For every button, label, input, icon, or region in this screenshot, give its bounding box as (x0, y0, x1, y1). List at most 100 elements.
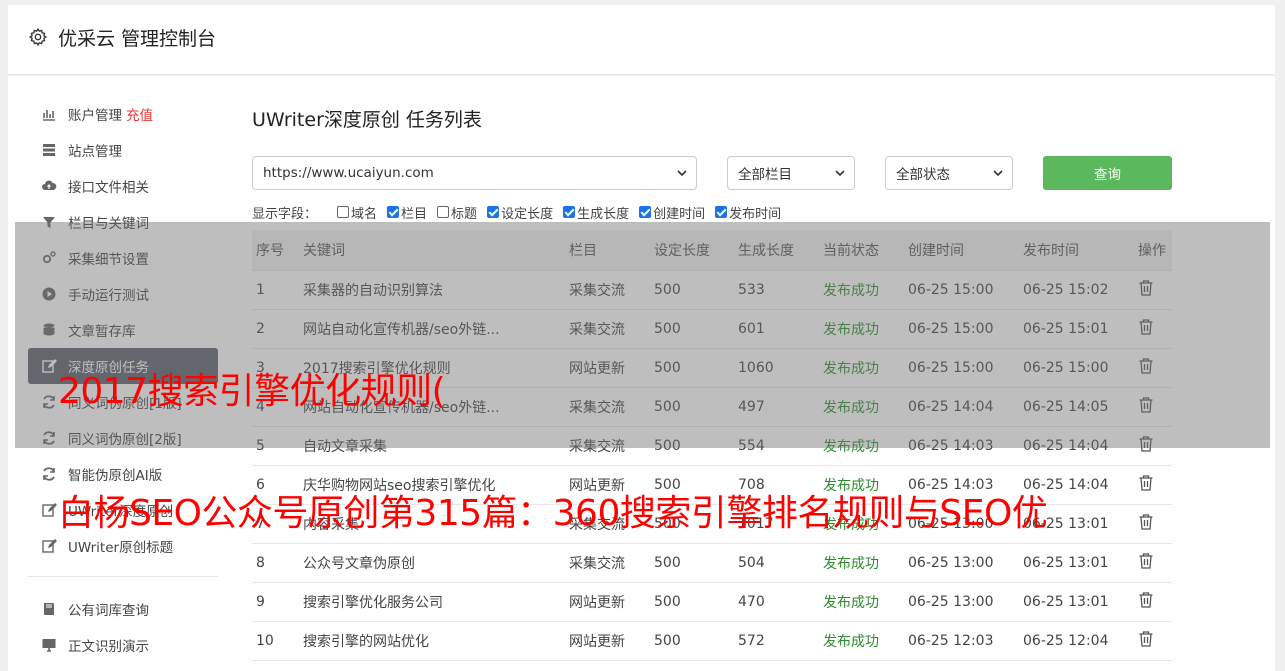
table-cell: 搜索引擎优化服务公司 (299, 582, 565, 622)
table-cell: 采集交流 (565, 270, 650, 310)
page-title: UWriter深度原创 任务列表 (252, 109, 482, 131)
table-cell: 6 (252, 465, 299, 505)
table-cell: 572 (734, 621, 819, 661)
checkbox-box[interactable] (487, 206, 500, 218)
sidebar-item-label: 文章暂存库 (68, 324, 136, 340)
table-cell: 采集交流 (565, 309, 650, 349)
trash-icon[interactable] (1138, 357, 1154, 375)
field-checkbox[interactable]: 标题 (437, 203, 477, 222)
sidebar-item[interactable]: 站点管理 (28, 132, 218, 168)
table-cell: 500 (650, 426, 734, 466)
sidebar-item-label: 账户管理 (68, 108, 122, 124)
table-cell: 500 (650, 504, 734, 544)
table-cell: 9 (252, 582, 299, 622)
field-checkbox[interactable]: 域名 (337, 203, 377, 222)
table-cell: 06-25 14:03 (904, 465, 1019, 505)
task-table: 序号 关键词 栏目 设定长度 生成长度 当前状态 创建时间 发布时间 操作 1 采集器的自动识别算… (252, 230, 1172, 661)
table-cell: 06-25 15:02 (1019, 270, 1134, 310)
table-cell-action (1134, 270, 1172, 310)
trash-icon[interactable] (1138, 591, 1154, 609)
table-cell: 06-25 13:01 (1019, 543, 1134, 583)
sidebar-item[interactable]: 公有词库查询 (28, 591, 218, 627)
field-checkbox-label: 栏目 (401, 206, 428, 222)
trash-icon[interactable] (1138, 552, 1154, 570)
table-cell: 3 (252, 348, 299, 388)
sidebar-item[interactable]: 采集细节设置 (28, 240, 218, 276)
table-cell: 采集交流 (565, 426, 650, 466)
sidebar-item-label: 深度原创任务 (68, 360, 149, 376)
sidebar-item-label: UWriter原创标题 (68, 540, 174, 556)
table-cell: 发布成功 (819, 504, 904, 544)
sidebar-item[interactable]: 同义词伪原创[1版] (28, 384, 218, 420)
table-cell: 发布成功 (819, 543, 904, 583)
table-cell-action (1134, 543, 1172, 583)
table-cell: 500 (650, 348, 734, 388)
sidebar-item[interactable]: 正文识别演示 (28, 627, 218, 663)
field-checkbox[interactable]: 创建时间 (639, 203, 705, 222)
query-button[interactable]: 查询 (1043, 156, 1172, 190)
table-cell: 发布成功 (819, 465, 904, 505)
table-cell-action (1134, 387, 1172, 427)
column-header: 创建时间 (904, 230, 1019, 271)
checkbox-box[interactable] (639, 206, 652, 218)
recharge-link[interactable]: 充值 (126, 104, 153, 124)
trash-icon[interactable] (1138, 318, 1154, 336)
checkbox-box[interactable] (563, 206, 576, 218)
field-checkbox[interactable]: 生成长度 (563, 203, 629, 222)
refresh-icon (40, 465, 58, 483)
table-cell: 4 (252, 387, 299, 427)
table-cell: 发布成功 (819, 387, 904, 427)
sidebar-item[interactable]: 同义词伪原创[2版] (28, 420, 218, 456)
display-fields-label: 显示字段： (252, 206, 318, 222)
table-cell: 06-25 14:04 (904, 387, 1019, 427)
app-title: 优采云 管理控制台 (58, 28, 217, 50)
table-cell: 网站自动化宣传机器/seo外链... (299, 387, 565, 427)
table-cell: 554 (734, 426, 819, 466)
table-cell-action (1134, 348, 1172, 388)
table-cell: 采集交流 (565, 504, 650, 544)
sidebar-item[interactable]: 深度原创任务 (28, 348, 218, 384)
table-cell: 06-25 14:04 (1019, 426, 1134, 466)
trash-icon[interactable] (1138, 474, 1154, 492)
checkbox-box[interactable] (337, 206, 350, 218)
table-cell: 1 (252, 270, 299, 310)
table-cell: 06-25 15:00 (904, 270, 1019, 310)
status-select[interactable]: 全部状态 (885, 156, 1013, 190)
table-cell: 2017搜索引擎优化规则 (299, 348, 565, 388)
table-cell: 自动文章采集 (299, 426, 565, 466)
trash-icon[interactable] (1138, 279, 1154, 297)
field-checkbox[interactable]: 栏目 (387, 203, 427, 222)
column-select[interactable]: 全部栏目 (727, 156, 855, 190)
trash-icon[interactable] (1138, 435, 1154, 453)
table-cell: 500 (650, 621, 734, 661)
column-header: 发布时间 (1019, 230, 1134, 271)
field-checkbox[interactable]: 设定长度 (487, 203, 553, 222)
site-select[interactable]: https://www.ucaiyun.com (252, 156, 697, 190)
chevron-down-icon (993, 170, 1003, 177)
table-cell-action (1134, 582, 1172, 622)
column-header: 当前状态 (819, 230, 904, 271)
sidebar-item[interactable]: 账户管理 充值 (28, 96, 218, 132)
chevron-down-icon (677, 170, 687, 177)
field-checkbox[interactable]: 发布时间 (715, 203, 781, 222)
trash-icon[interactable] (1138, 513, 1154, 531)
sidebar-item[interactable]: 栏目与关键词 (28, 204, 218, 240)
table-cell: 发布成功 (819, 621, 904, 661)
sidebar-item[interactable]: 智能伪原创AI版 (28, 456, 218, 492)
filter-icon (40, 213, 58, 231)
table-cell: 1060 (734, 348, 819, 388)
column-header: 操作 (1134, 230, 1172, 271)
sidebar-item[interactable]: UWriter原创标题 (28, 528, 218, 564)
sidebar-item[interactable]: 文章暂存库 (28, 312, 218, 348)
field-checkbox-label: 创建时间 (653, 206, 706, 222)
trash-icon[interactable] (1138, 630, 1154, 648)
checkbox-box[interactable] (715, 206, 728, 218)
sidebar-item[interactable]: UWriter深度原创 (28, 492, 218, 528)
checkbox-box[interactable] (437, 206, 450, 218)
table-row: 3 2017搜索引擎优化规则 网站更新 500 1060 发布成功 06-25 15:00 0… (252, 348, 1172, 388)
sidebar-item[interactable]: 接口文件相关 (28, 168, 218, 204)
checkbox-box[interactable] (387, 206, 400, 218)
sidebar-item[interactable]: 手动运行测试 (28, 276, 218, 312)
sidebar-separator (28, 576, 218, 577)
trash-icon[interactable] (1138, 396, 1154, 414)
